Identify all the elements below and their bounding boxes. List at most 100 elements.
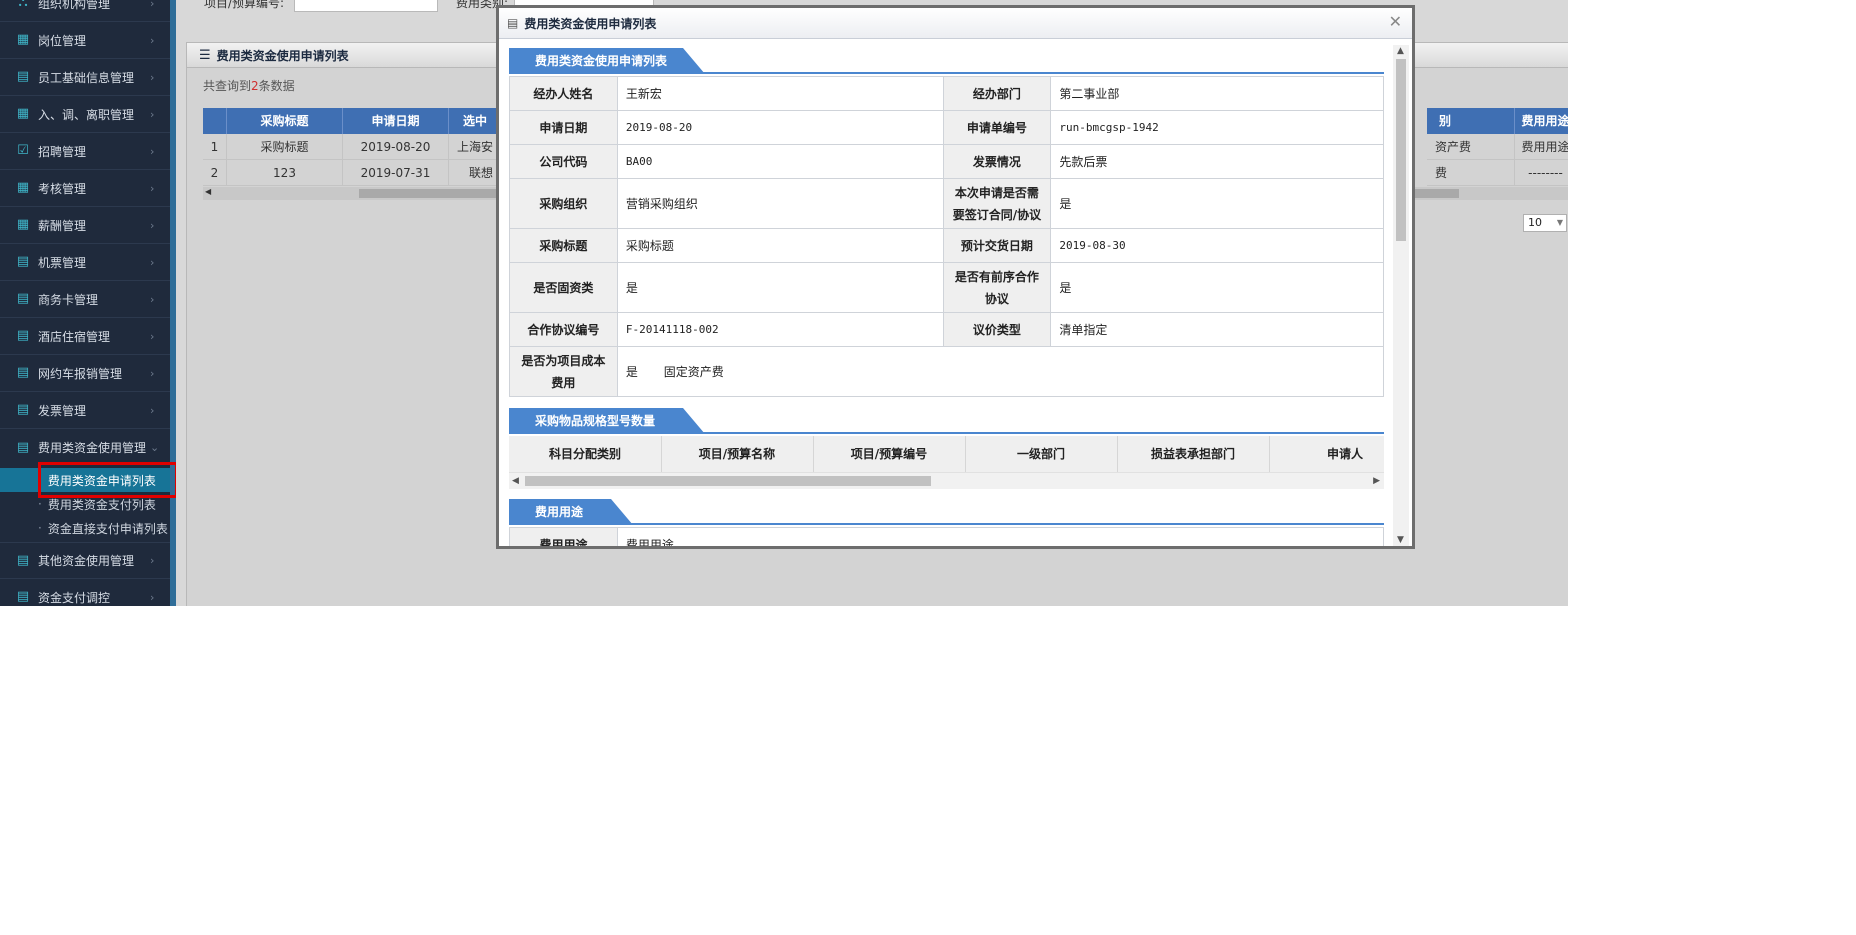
sidebar-item-recruit[interactable]: ☑ 招聘管理 › [0,133,170,170]
sidebar-item-salary[interactable]: ▦ 薪酬管理 › [0,207,170,244]
result-count-number: 2 [251,79,259,93]
sidebar-item-card[interactable]: ▤ 商务卡管理 › [0,281,170,318]
application-detail-table: 经办人姓名 王新宏 经办部门 第二事业部 申请日期 2019-08-20 申请单… [509,76,1385,397]
document-icon: ▤ [507,16,519,30]
pricing-type-value: 清单指定 [1050,312,1384,347]
document-icon: ▤ [16,254,30,269]
chevron-right-icon: › [150,292,155,306]
items-horizontal-scrollbar[interactable]: ◀ ▶ [509,472,1384,489]
page-size-select[interactable]: 10 ▼ [1523,214,1567,232]
section-header-items: 采购物品规格型号数量 [509,408,1384,434]
table-row-2-title[interactable]: 123 [227,160,343,186]
sidebar-item-assess[interactable]: ▦ 考核管理 › [0,170,170,207]
agreement-number-value: F-20141118-002 [616,312,944,347]
purpose-value: 费用用途 [616,527,1385,546]
project-filter-input[interactable] [294,0,438,12]
apply-number-value: run-bmcgsp-1942 [1050,110,1384,145]
bullet-icon: · [38,521,42,535]
items-col-project-name: 项目/预算名称 [661,436,814,472]
scroll-right-icon[interactable]: ▶ [1373,476,1380,486]
chevron-right-icon: › [150,329,155,343]
sidebar-item-fund-control[interactable]: ▤ 资金支付调控 › [0,579,170,606]
items-scroll-thumb[interactable] [525,476,931,486]
grid-header-checkbox [203,108,227,134]
sidebar-item-ticket[interactable]: ▤ 机票管理 › [0,244,170,281]
grid-header-purpose[interactable]: 费用用途 [1515,108,1568,134]
fixed-asset-value: 是 [616,262,944,313]
table-row-2-date: 2019-07-31 [343,160,449,186]
sidebar-item-other-funds[interactable]: ▤ 其他资金使用管理 › [0,542,170,579]
chevron-right-icon: › [150,218,155,232]
chevron-right-icon: › [150,366,155,380]
sidebar-item-employee[interactable]: ▤ 员工基础信息管理 › [0,59,170,96]
items-col-account-type: 科目分配类别 [509,436,662,472]
chevron-right-icon: › [150,70,155,84]
table-row-1-index: 1 [203,134,227,160]
items-col-applicant: 申请人 [1326,447,1363,461]
modal-body: 费用类资金使用申请列表 经办人姓名 王新宏 经办部门 第二事业部 申请日期 20… [499,39,1412,546]
sidebar-subitem-direct-pay-list[interactable]: · 资金直接支付申请列表 [0,516,170,540]
modal-titlebar: ▤ 费用类资金使用申请列表 ✕ [499,8,1412,39]
project-cost-category: 固定资产费 [663,365,724,379]
section-header-purpose: 费用用途 [509,499,1384,525]
calendar-icon: ▦ [16,32,30,47]
grid-header-title[interactable]: 采购标题 [227,108,343,134]
bullet-icon: · [38,497,42,511]
document-icon: ▤ [16,291,30,306]
document-icon: ▤ [16,69,30,84]
scroll-up-icon[interactable]: ▲ [1397,46,1404,56]
apply-date-value: 2019-08-20 [616,110,944,145]
sidebar-item-hotel[interactable]: ▤ 酒店住宿管理 › [0,318,170,355]
handler-name-value: 王新宏 [616,76,944,111]
purchase-org-value: 营销采购组织 [616,178,944,229]
chevron-right-icon: › [150,590,155,604]
project-filter-label: 项目/预算编号: [204,0,285,10]
list-icon: ☰ [199,47,211,63]
table-row-1-title[interactable]: 采购标题 [227,134,343,160]
close-icon[interactable]: ✕ [1389,12,1402,31]
sidebar-item-post[interactable]: ▦ 岗位管理 › [0,22,170,59]
invoice-status-value: 先款后票 [1050,144,1384,179]
chevron-right-icon: › [150,107,155,121]
panel-title: 费用类资金使用申请列表 [216,48,349,63]
calendar-icon: ▦ [16,217,30,232]
org-icon: ⛬ [18,0,28,10]
sidebar-item-expense-funds[interactable]: ▤ 费用类资金使用管理 ⌄ [0,429,170,466]
document-icon: ▤ [16,439,30,455]
table-row-1-date: 2019-08-20 [343,134,449,160]
purpose-table: 费用用途 费用用途 [509,527,1385,546]
sidebar-item-org[interactable]: ⛬ 组织机构管理 › [0,0,170,22]
scroll-left-icon[interactable]: ◀ [205,187,211,196]
table-row-2-purpose: -------- [1515,160,1568,186]
chevron-right-icon: › [150,33,155,47]
delivery-date-value: 2019-08-30 [1050,228,1384,263]
table-row-2-category: 费 [1427,160,1515,186]
scroll-down-icon[interactable]: ▼ [1397,535,1404,545]
chevron-right-icon: › [150,0,155,10]
items-col-primary-dept: 一级部门 [965,436,1118,472]
grid-header-date[interactable]: 申请日期 [343,108,449,134]
sidebar-item-entry[interactable]: ▦ 入、调、离职管理 › [0,96,170,133]
grid-header-category[interactable]: 别 [1427,108,1515,134]
document-icon: ▤ [16,552,30,568]
document-icon: ▤ [16,402,30,417]
modal-vertical-scrollbar[interactable]: ▲ ▼ [1393,45,1409,546]
document-icon: ▤ [16,365,30,380]
table-row-2-index: 2 [203,160,227,186]
calendar-icon: ▦ [16,106,30,121]
sidebar-item-invoice[interactable]: ▤ 发票管理 › [0,392,170,429]
need-contract-value: 是 [1050,178,1384,229]
sidebar-item-taxi[interactable]: ▤ 网约车报销管理 › [0,355,170,392]
modal-scroll-thumb[interactable] [1396,59,1406,241]
scroll-left-icon[interactable]: ◀ [512,476,519,486]
chevron-right-icon: › [150,255,155,269]
prior-agreement-value: 是 [1050,262,1384,313]
app-window: ⛬ 组织机构管理 › ▦ 岗位管理 › ▤ 员工基础信息管理 › ▦ 入、调、离… [0,0,1568,606]
document-icon: ▤ [16,589,30,604]
document-icon: ▤ [16,328,30,343]
check-calendar-icon: ☑ [17,143,29,158]
chevron-right-icon: › [150,403,155,417]
items-col-pl-dept: 损益表承担部门 [1117,436,1270,472]
table-row-1-purpose: 费用用途 [1515,134,1568,160]
handler-dept-value: 第二事业部 [1050,76,1384,111]
